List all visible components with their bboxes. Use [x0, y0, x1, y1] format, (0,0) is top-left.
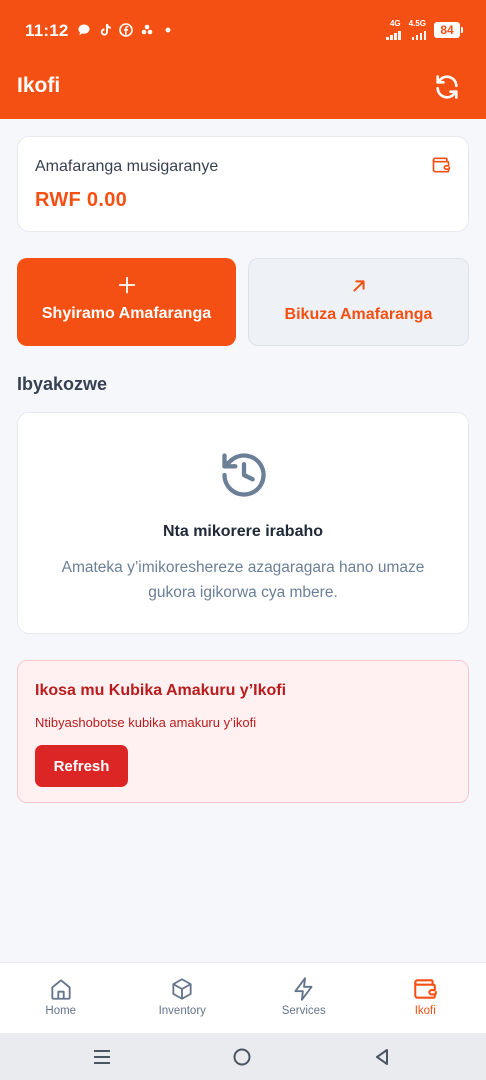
nav-label-inventory: Inventory [158, 1005, 206, 1017]
status-time: 11:12 [25, 21, 69, 40]
facebook-icon [118, 22, 133, 37]
nav-item-services[interactable]: Services [243, 963, 365, 1034]
status-system-icons: 4G 4.5G 84 [386, 20, 463, 40]
battery-icon: 84 [434, 22, 463, 38]
status-bar: 11:12 4G 4.5G 84 [0, 0, 486, 62]
box-icon [172, 978, 192, 1000]
back-triangle-icon [376, 1049, 388, 1065]
withdraw-label: Bikuza Amafaranga [284, 306, 433, 323]
circle-home-icon [233, 1048, 251, 1066]
app-icon [139, 22, 154, 37]
deposit-label: Shyiramo Amafaranga [41, 305, 212, 322]
arrow-up-right-icon [352, 280, 365, 292]
empty-state-title: Nta mikorere irabaho [162, 523, 324, 540]
withdraw-button[interactable]: Bikuza Amafaranga [248, 258, 469, 346]
balance-label: Amafaranga musigaranye [35, 158, 219, 175]
history-icon [222, 453, 266, 497]
signal-45g: 4.5G [409, 20, 426, 40]
retry-refresh-button[interactable]: Refresh [35, 745, 128, 787]
status-notification-icons [76, 22, 175, 37]
transactions-heading: Ibyakozwe [17, 374, 108, 394]
transactions-empty-state: Nta mikorere irabaho Amateka y’imikoresh… [17, 412, 469, 634]
page-title: Ikofi [17, 74, 61, 97]
nav-item-ikofi[interactable]: Ikofi [365, 963, 486, 1034]
nav-label-services: Services [281, 1005, 326, 1017]
refresh-button[interactable] [432, 72, 462, 102]
lightning-icon [294, 977, 313, 1001]
nav-item-inventory[interactable]: Inventory [122, 963, 244, 1034]
home-icon [51, 979, 71, 1000]
home-system-button[interactable] [232, 1047, 252, 1067]
tiktok-icon [97, 22, 112, 37]
nav-label-home: Home [45, 1005, 77, 1017]
signal-4g: 4G [386, 20, 401, 40]
app-bar: Ikofi [0, 62, 486, 119]
deposit-button[interactable]: Shyiramo Amafaranga [17, 258, 236, 346]
recents-button[interactable] [92, 1047, 112, 1067]
empty-state-text: Amateka y’imikoreshereze azagaragara han… [61, 559, 425, 601]
plus-icon [118, 276, 135, 294]
system-navigation-bar [0, 1033, 486, 1080]
back-button[interactable] [372, 1047, 392, 1067]
nav-label-ikofi: Ikofi [414, 1005, 436, 1017]
wallet-icon [414, 979, 438, 999]
error-title: Ikosa mu Kubika Amakuru y’Ikofi [35, 682, 287, 699]
balance-card: Amafaranga musigaranye RWF 0.00 [17, 136, 469, 232]
network-label-4g: 4G [389, 19, 401, 28]
nav-item-home[interactable]: Home [0, 963, 122, 1034]
bottom-navigation: Home Inventory Services Ikofi [0, 962, 486, 1033]
error-message: Ntibyashobotse kubika amakuru y’ikofi [35, 715, 257, 730]
signal-bars-icon [386, 28, 401, 40]
balance-amount: RWF 0.00 [35, 189, 128, 211]
menu-icon [94, 1050, 110, 1064]
error-alert: Ikosa mu Kubika Amakuru y’Ikofi Ntibyash… [17, 660, 469, 803]
dot-icon [160, 22, 175, 37]
wallet-icon [432, 157, 451, 173]
signal-bars-icon [411, 28, 426, 40]
network-label-45g: 4.5G [408, 19, 426, 28]
chat-bubble-icon [76, 22, 91, 37]
refresh-icon [436, 75, 458, 99]
